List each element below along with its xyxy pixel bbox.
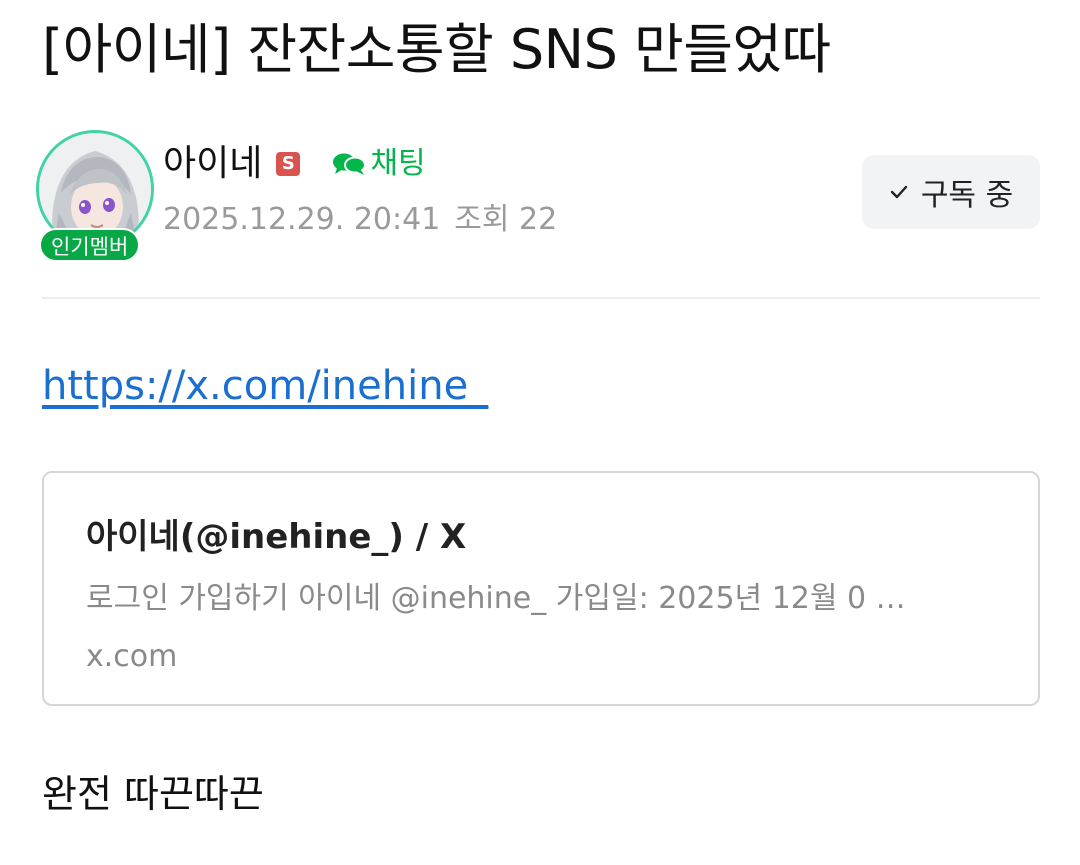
post-meta: 2025.12.29. 20:41 조회 22 [163,198,557,242]
view-count: 조회 22 [454,202,558,237]
popular-member-badge: 인기멤버 [39,228,141,262]
post-body-text: 완전 따끈따끈 [42,772,264,816]
post-date: 2025.12.29. 20:41 [163,202,441,237]
link-preview-title: 아이네(@inehine_) / X [86,517,467,557]
chat-bubbles-icon [333,153,367,175]
subscribe-button[interactable]: 구독 중 [862,155,1040,229]
author-row: 아이네 S 채팅 [163,140,426,188]
link-preview-domain: x.com [86,639,178,674]
link-preview-description: 로그인 가입하기 아이네 @inehine_ 가입일: 2025년 12월 0 … [86,581,906,616]
post-title: [아이네] 잔잔소통할 SNS 만들었따 [42,18,831,81]
author-name[interactable]: 아이네 [163,140,262,188]
header-divider [42,297,1040,299]
link-preview-card[interactable]: 아이네(@inehine_) / X 로그인 가입하기 아이네 @inehine… [42,471,1040,706]
post-url-link[interactable]: https://x.com/inehine_ [42,358,488,414]
chat-button[interactable]: 채팅 [332,140,426,188]
subscribe-label: 구독 중 [920,178,1014,213]
staff-badge: S [276,152,301,176]
author-avatar-container[interactable]: 인기멤버 [36,130,154,262]
chat-label: 채팅 [370,146,426,181]
checkmark-icon [890,185,908,199]
